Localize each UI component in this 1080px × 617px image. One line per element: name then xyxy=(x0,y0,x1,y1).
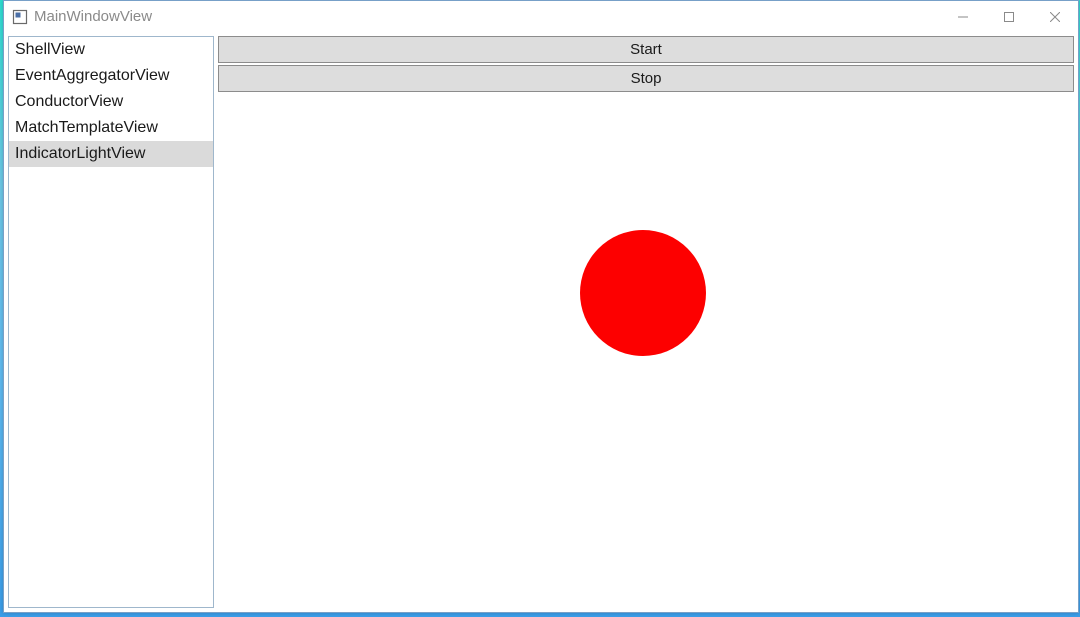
view-list[interactable]: ShellView EventAggregatorView ConductorV… xyxy=(8,36,214,608)
window-controls xyxy=(940,1,1078,32)
sidebar-item-indicatorlightview[interactable]: IndicatorLightView xyxy=(9,141,213,167)
sidebar-item-label: ShellView xyxy=(15,41,85,58)
title-bar[interactable]: MainWindowView xyxy=(4,1,1078,32)
maximize-button[interactable] xyxy=(986,1,1032,32)
sidebar-item-conductorview[interactable]: ConductorView xyxy=(9,89,213,115)
sidebar-item-label: ConductorView xyxy=(15,93,123,110)
sidebar-item-eventaggregatorview[interactable]: EventAggregatorView xyxy=(9,63,213,89)
sidebar-item-matchtemplateview[interactable]: MatchTemplateView xyxy=(9,115,213,141)
button-row: Start Stop xyxy=(218,36,1074,92)
indicator-light xyxy=(580,230,706,356)
sidebar-item-label: MatchTemplateView xyxy=(15,119,158,136)
main-panel: Start Stop xyxy=(218,36,1074,608)
application-window: MainWindowView ShellView EventAggre xyxy=(3,0,1079,613)
close-button[interactable] xyxy=(1032,1,1078,32)
window-title: MainWindowView xyxy=(34,8,152,25)
app-icon xyxy=(12,9,28,25)
start-button[interactable]: Start xyxy=(218,36,1074,63)
stop-button[interactable]: Stop xyxy=(218,65,1074,92)
sidebar-item-label: EventAggregatorView xyxy=(15,67,169,84)
sidebar-item-shellview[interactable]: ShellView xyxy=(9,37,213,63)
sidebar-item-label: IndicatorLightView xyxy=(15,145,145,162)
client-area: ShellView EventAggregatorView ConductorV… xyxy=(4,32,1078,612)
indicator-canvas xyxy=(218,92,1074,608)
minimize-button[interactable] xyxy=(940,1,986,32)
